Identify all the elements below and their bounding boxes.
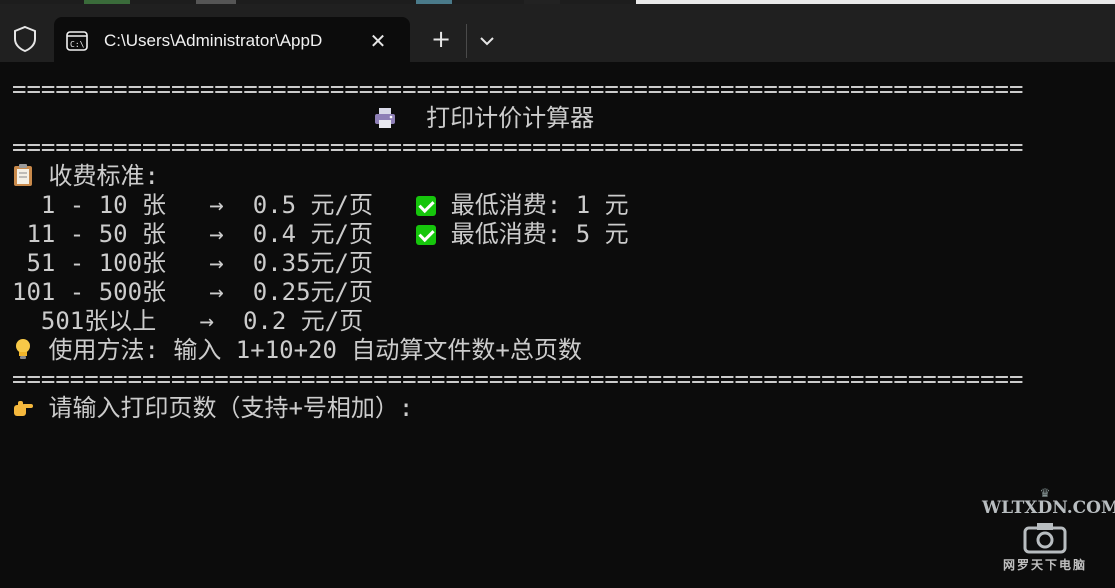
pointing-hand-icon — [14, 401, 33, 416]
tier-price: 0.5 元/页 — [223, 191, 417, 219]
tier-price: 0.2 元/页 — [214, 307, 364, 335]
terminal-icon: C:\ — [66, 31, 88, 51]
shield-icon[interactable] — [12, 25, 38, 53]
tier-range: 11 - 50 张 — [12, 220, 210, 248]
watermark-name: 网罗天下电脑 — [1002, 558, 1087, 572]
app-title: 打印计价计算器 — [397, 104, 595, 132]
tier-price: 0.25元/页 — [223, 278, 373, 306]
check-icon — [416, 196, 437, 216]
arrow: → — [209, 220, 224, 248]
tab-title: C:\Users\Administrator\AppD — [104, 31, 323, 50]
watermark-domain: WLTXDN.COM — [982, 498, 1115, 518]
tier-range: 51 - 100张 — [12, 249, 210, 277]
close-icon[interactable]: ✕ — [364, 27, 392, 55]
tier-range: 501张以上 — [12, 307, 200, 335]
watermark-logo: ♛ WLTXDN.COM 网罗天下电脑 — [982, 486, 1115, 584]
tier-row: 51 - 100张 → 0.35元/页 — [12, 249, 1102, 278]
plus-icon[interactable]: + — [424, 24, 458, 58]
tier-minimum: 最低消费: 1 元 — [436, 191, 629, 219]
tier-price: 0.35元/页 — [223, 249, 373, 277]
chevron-down-icon[interactable] — [474, 24, 500, 58]
clipboard-icon — [14, 164, 32, 186]
pricing-header-line: 收费标准: — [12, 162, 1102, 191]
rule-line: ========================================… — [12, 75, 1024, 103]
lightbulb-icon — [16, 339, 30, 359]
tab-terminal[interactable]: C:\ C:\Users\Administrator\AppD ✕ — [54, 17, 410, 66]
printer-icon — [375, 108, 396, 128]
tier-row: 11 - 50 张 → 0.4 元/页 最低消费: 5 元 — [12, 220, 1102, 249]
arrow: → — [199, 307, 215, 335]
arrow: → — [209, 249, 224, 277]
arrow: → — [209, 278, 224, 306]
check-icon — [416, 225, 437, 245]
tier-row: 101 - 500张 → 0.25元/页 — [12, 278, 1102, 307]
pricing-header: 收费标准: — [34, 162, 159, 190]
title-bar: C:\ C:\Users\Administrator\AppD ✕ + — [0, 4, 1115, 66]
tier-price: 0.4 元/页 — [223, 220, 417, 248]
rule-line: ========================================… — [12, 133, 1024, 161]
prompt-line[interactable]: 请输入打印页数（支持+号相加）: — [12, 394, 1102, 423]
tier-range: 101 - 500张 — [12, 278, 210, 306]
terminal-output[interactable]: ========================================… — [12, 75, 1102, 575]
arrow: → — [209, 191, 224, 219]
usage-text: 使用方法: 输入 1+10+20 自动算文件数+总页数 — [34, 336, 582, 364]
tier-row: 501张以上 → 0.2 元/页 — [12, 307, 1102, 336]
usage-line: 使用方法: 输入 1+10+20 自动算文件数+总页数 — [12, 336, 1102, 365]
tier-row: 1 - 10 张 → 0.5 元/页 最低消费: 1 元 — [12, 191, 1102, 220]
tier-range: 1 - 10 张 — [12, 191, 210, 219]
camera-icon — [1023, 523, 1067, 554]
svg-text:C:\: C:\ — [70, 40, 85, 49]
title-line: 打印计价计算器 — [12, 104, 1102, 133]
input-prompt: 请输入打印页数（支持+号相加）: — [34, 394, 414, 422]
rule-line: ========================================… — [12, 365, 1024, 393]
tab-separator — [466, 24, 467, 58]
tier-minimum: 最低消费: 5 元 — [436, 220, 629, 248]
